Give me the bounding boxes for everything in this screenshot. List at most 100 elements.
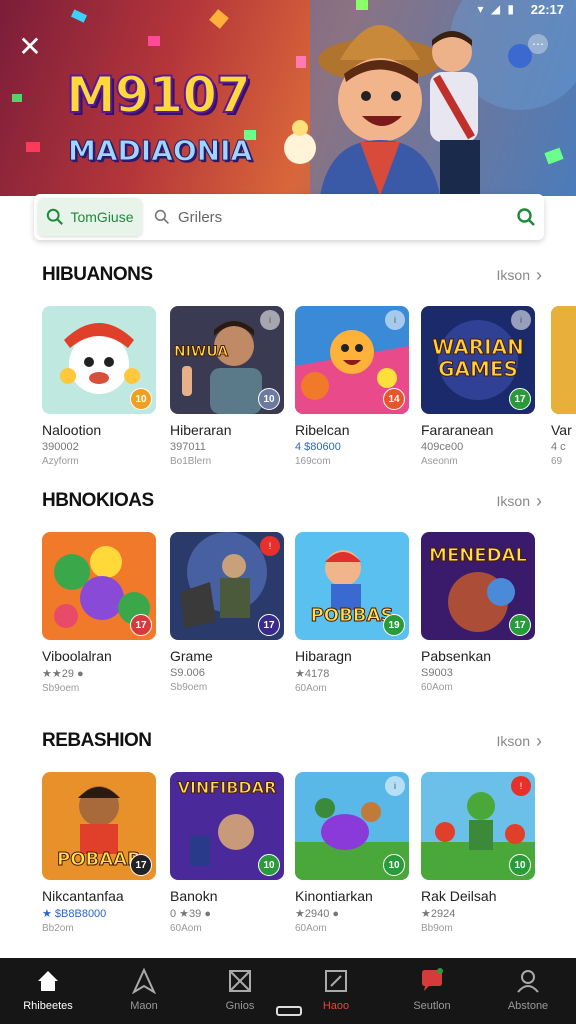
game-size: 60Aom: [170, 923, 202, 934]
section-header: HBNOKIOAS Ikson ›: [42, 486, 542, 516]
close-button[interactable]: ✕: [16, 33, 44, 62]
game-meta: 4 c: [551, 441, 566, 453]
rating-badge: 14: [383, 388, 405, 410]
game-card[interactable]: WARIAN GAMES i 17 Fararanean 409ce00 Ase…: [421, 306, 535, 467]
section-title: HBNOKIOAS: [42, 490, 154, 511]
home-indicator[interactable]: [276, 1006, 302, 1016]
thumb-text: MENEDAL: [429, 545, 528, 566]
apps-icon: [229, 970, 251, 992]
search-submit-button[interactable]: [508, 207, 544, 227]
game-row: POBAAR 17 Nikcantanfaa ★ $B8B8000 Bb2om …: [0, 772, 576, 942]
see-more-link[interactable]: Ikson ›: [497, 731, 542, 752]
see-more-link[interactable]: Ikson ›: [497, 265, 542, 286]
chevron-right-icon: ›: [536, 490, 542, 511]
section-title: REBASHION: [42, 730, 152, 751]
info-icon: i: [260, 310, 280, 330]
game-card[interactable]: Var 4 c 69: [551, 306, 576, 467]
game-size: 60Aom: [295, 683, 327, 694]
game-card[interactable]: i 14 Ribelcan 4 $80600 169com: [295, 306, 409, 467]
rating-badge: 17: [130, 854, 152, 876]
rating-badge: 17: [509, 614, 531, 636]
rating-badge: 19: [383, 614, 405, 636]
game-meta: S9003: [421, 667, 453, 679]
nav-label: Seutlon: [413, 1000, 451, 1012]
game-card[interactable]: VINFIBDAR 10 Banokn 0 ★39 ● 60Aom: [170, 772, 284, 934]
nav-label: Rhibeetes: [23, 1000, 73, 1012]
game-meta: ★★29 ●: [42, 668, 84, 680]
game-meta: 409ce00: [421, 441, 464, 453]
game-thumbnail: [551, 306, 576, 414]
game-card[interactable]: 17 Viboolalran ★★29 ● Sb9oem: [42, 532, 156, 694]
nav-item-chat[interactable]: Seutlon: [384, 958, 480, 1024]
nav-item-home[interactable]: Rhibeetes: [0, 958, 96, 1024]
game-card[interactable]: i 10 Kinontiarkan ★2940 ● 60Aom: [295, 772, 409, 934]
game-title: Hiberaran: [170, 422, 232, 438]
game-card[interactable]: ! 17 Grame S9.006 Sb9oem: [170, 532, 284, 693]
nav-label: Maon: [130, 1000, 158, 1012]
game-meta: ★2940 ●: [295, 908, 340, 920]
game-size: 169com: [295, 456, 331, 467]
nav-label: Gnios: [225, 1000, 255, 1012]
search-placeholder: Grilers: [178, 208, 223, 226]
game-row: 10 Nalootion 390002 Azyform NIWUA i 10 H…: [0, 306, 576, 476]
person-icon: [517, 970, 539, 993]
game-title: Pabsenkan: [421, 648, 492, 664]
hero-logo: M9107: [65, 66, 252, 124]
game-title: Ribelcan: [295, 422, 350, 438]
game-thumbnail: ! 10: [421, 772, 535, 880]
game-meta: 390002: [42, 441, 79, 453]
search-bar: TomGiuse Grilers: [34, 194, 544, 240]
game-size: 60Aom: [421, 682, 453, 693]
game-thumbnail: NIWUA i 10: [170, 306, 284, 414]
see-more-label: Ikson: [496, 493, 530, 509]
game-thumbnail: 10: [42, 306, 156, 414]
game-title: Var: [551, 422, 572, 438]
game-card[interactable]: POBBAS 19 Hibaragn ★4178 60Aom: [295, 532, 409, 694]
game-thumbnail: WARIAN GAMES i 17: [421, 306, 535, 414]
game-card[interactable]: ! 10 Rak Deilsah ★2924 Bb9om: [421, 772, 535, 934]
game-meta: 4 $80600: [295, 441, 341, 453]
status-time: 22:17: [530, 2, 564, 17]
rating-badge: 17: [258, 614, 280, 636]
game-thumbnail: i 10: [295, 772, 409, 880]
rating-badge: 10: [258, 854, 280, 876]
game-title: Nikcantanfaa: [42, 888, 124, 904]
app-screen: ▾ ◢ ▮ 22:17 ✕ ⋯ M9107 MADIAONIA TomGiuse…: [0, 0, 576, 1024]
game-size: Sb9oem: [42, 683, 80, 694]
nav-item-apps[interactable]: Gnios: [192, 958, 288, 1024]
search-input[interactable]: Grilers: [142, 209, 508, 226]
hot-icon: !: [260, 536, 280, 556]
game-size: Bo1Blern: [170, 456, 212, 467]
hot-icon: !: [511, 776, 531, 796]
chat-icon: [422, 968, 443, 991]
more-icon[interactable]: ⋯: [528, 34, 548, 54]
game-card[interactable]: NIWUA i 10 Hiberaran 397011 Bo1Blern: [170, 306, 284, 467]
game-title: Viboolalran: [42, 648, 112, 664]
game-size: 69: [551, 456, 563, 467]
search-icon: [47, 208, 64, 225]
info-icon: i: [385, 776, 405, 796]
game-thumbnail: VINFIBDAR 10: [170, 772, 284, 880]
game-title: Rak Deilsah: [421, 888, 497, 904]
info-icon: i: [385, 310, 405, 330]
status-icons: ▾ ◢ ▮: [477, 2, 516, 16]
game-thumbnail: i 14: [295, 306, 409, 414]
game-card[interactable]: 10 Nalootion 390002 Azyform: [42, 306, 156, 467]
rating-badge: 10: [258, 388, 280, 410]
hero-subtitle: MADIAONIA: [67, 134, 253, 168]
nav-item-edit[interactable]: Haoo: [288, 958, 384, 1024]
rating-badge: 17: [130, 614, 152, 636]
section-header: REBASHION Ikson ›: [42, 726, 542, 756]
chevron-right-icon: ›: [536, 264, 542, 285]
nav-item-navigate[interactable]: Maon: [96, 958, 192, 1024]
section-header: HIBUANONS Ikson ›: [42, 260, 542, 290]
game-card[interactable]: POBAAR 17 Nikcantanfaa ★ $B8B8000 Bb2om: [42, 772, 156, 934]
search-tab-label: TomGiuse: [70, 209, 134, 225]
hero-banner[interactable]: ▾ ◢ ▮ 22:17 ✕ ⋯ M9107 MADIAONIA: [0, 0, 576, 196]
search-tab[interactable]: TomGiuse: [38, 198, 142, 236]
game-row: 17 Viboolalran ★★29 ● Sb9oem ! 17 Grame …: [0, 532, 576, 702]
nav-item-profile[interactable]: Abstone: [480, 958, 576, 1024]
game-card[interactable]: MENEDAL 17 Pabsenkan S9003 60Aom: [421, 532, 535, 693]
rating-badge: 10: [383, 854, 405, 876]
see-more-link[interactable]: Ikson ›: [497, 491, 542, 512]
